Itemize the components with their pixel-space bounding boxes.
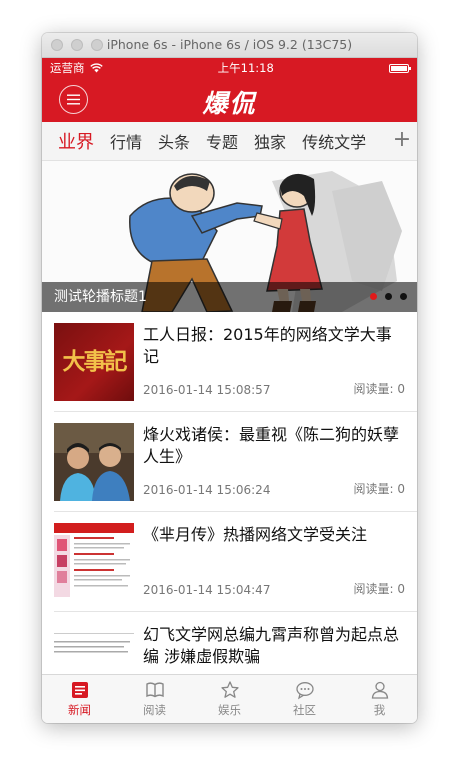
- news-list: 大事記 工人日报：2015年的网络文学大事记 2016-01-14 15:08:…: [42, 312, 417, 711]
- close-window-button[interactable]: [51, 39, 63, 51]
- tab-news[interactable]: 新闻: [42, 675, 117, 723]
- news-date: 2016-01-14 15:06:24: [143, 483, 271, 497]
- webpage-screenshot-image: [54, 523, 134, 601]
- window-titlebar: iPhone 6s - iPhone 6s / iOS 9.2 (13C75): [42, 33, 417, 58]
- zoom-window-button[interactable]: [91, 39, 103, 51]
- tab-news-label: 新闻: [68, 703, 91, 717]
- banner-caption: 测试轮播标题1: [42, 282, 417, 312]
- channel-tab-topics[interactable]: 专题: [206, 129, 238, 153]
- carrier-label: 运营商: [50, 61, 85, 75]
- news-item[interactable]: 大事記 工人日报：2015年的网络文学大事记 2016-01-14 15:08:…: [54, 312, 417, 412]
- news-read-count: 阅读量: 0: [353, 482, 406, 496]
- news-thumbnail: 大事記: [54, 323, 134, 401]
- bottom-tab-bar: 新闻 阅读 娱乐 社区 我: [42, 674, 417, 723]
- minimize-window-button[interactable]: [71, 39, 83, 51]
- news-date: 2016-01-14 15:04:47: [143, 583, 271, 597]
- photo-image: [54, 423, 134, 501]
- status-bar: 运营商 上午11:18: [42, 58, 417, 78]
- page-dot: [400, 293, 407, 300]
- news-item[interactable]: 烽火戏诸侯：最重视《陈二狗的妖孽人生》 2016-01-14 15:06:24 …: [54, 412, 417, 512]
- person-icon: [371, 681, 388, 699]
- news-title: 工人日报：2015年的网络文学大事记: [143, 325, 392, 366]
- news-read-count: 阅读量: 0: [353, 582, 406, 596]
- wifi-icon: [89, 63, 103, 73]
- tab-me[interactable]: 我: [342, 675, 417, 723]
- book-icon: [145, 682, 164, 698]
- news-title: 幻飞文学网总编九霄声称曾为起点总编 涉嫌虚假欺骗: [143, 625, 400, 666]
- news-read-count: 阅读量: 0: [353, 382, 406, 396]
- news-item[interactable]: 《芈月传》热播网络文学受关注 2016-01-14 15:04:47 阅读量: …: [54, 512, 417, 612]
- nav-bar: 爆侃: [42, 78, 417, 122]
- tab-community-label: 社区: [293, 703, 316, 717]
- channel-tab-traditional-literature[interactable]: 传统文学: [302, 129, 366, 153]
- tab-entertainment[interactable]: 娱乐: [192, 675, 267, 723]
- simulator-window: iPhone 6s - iPhone 6s / iOS 9.2 (13C75) …: [42, 33, 417, 723]
- tab-read[interactable]: 阅读: [117, 675, 192, 723]
- app-logo: 爆侃: [202, 89, 257, 118]
- news-thumbnail: [54, 423, 134, 501]
- status-time: 上午11:18: [217, 61, 274, 75]
- news-title: 《芈月传》热播网络文学受关注: [143, 525, 368, 544]
- chat-icon: [295, 682, 314, 700]
- channel-tab-headlines[interactable]: 头条: [158, 129, 190, 153]
- channel-tab-market[interactable]: 行情: [110, 129, 142, 153]
- star-icon: [220, 681, 239, 698]
- battery-icon: [389, 63, 411, 73]
- news-date: 2016-01-14 15:08:57: [143, 383, 271, 397]
- banner-caption-text: 测试轮播标题1: [54, 289, 147, 305]
- news-thumbnail: [54, 523, 134, 601]
- page-dot: [385, 293, 392, 300]
- news-icon: [71, 682, 88, 698]
- tab-entertainment-label: 娱乐: [218, 703, 241, 717]
- window-controls: [51, 39, 103, 51]
- tab-read-label: 阅读: [143, 703, 166, 717]
- channel-tab-industry[interactable]: 业界: [58, 128, 94, 154]
- tab-me-label: 我: [373, 703, 386, 717]
- page-dot-active: [370, 293, 377, 300]
- tab-community[interactable]: 社区: [267, 675, 342, 723]
- carousel-banner[interactable]: 测试轮播标题1: [42, 161, 417, 312]
- window-title: iPhone 6s - iPhone 6s / iOS 9.2 (13C75): [106, 37, 353, 52]
- news-title: 烽火戏诸侯：最重视《陈二狗的妖孽人生》: [143, 425, 400, 466]
- thumbnail-calligraphy: 大事記: [62, 348, 128, 375]
- page-indicator[interactable]: [370, 293, 407, 300]
- channel-tabs: 业界 行情 头条 专题 独家 传统文学 +: [42, 122, 417, 161]
- channel-tab-exclusive[interactable]: 独家: [254, 129, 286, 153]
- add-channel-button[interactable]: +: [387, 122, 417, 160]
